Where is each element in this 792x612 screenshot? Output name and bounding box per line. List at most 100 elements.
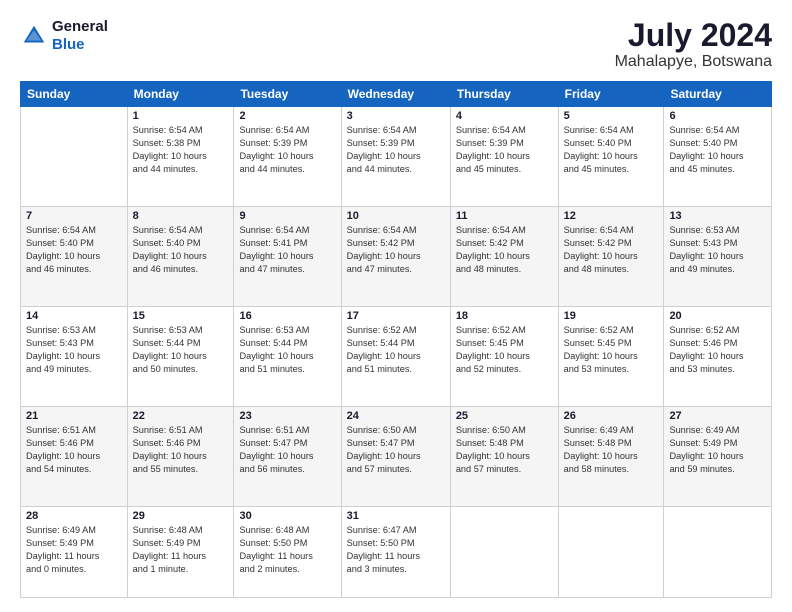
calendar-table: SundayMondayTuesdayWednesdayThursdayFrid… <box>20 81 772 598</box>
cell-2-4: 10 Sunrise: 6:54 AMSunset: 5:42 PMDayligh… <box>341 207 450 307</box>
cell-date: 12 <box>564 210 659 222</box>
cell-date: 14 <box>26 310 122 322</box>
cell-date: 16 <box>239 310 335 322</box>
cell-info: Sunrise: 6:50 AMSunset: 5:47 PMDaylight:… <box>347 424 445 476</box>
cell-date: 2 <box>239 110 335 122</box>
cell-info: Sunrise: 6:51 AMSunset: 5:46 PMDaylight:… <box>133 424 229 476</box>
cell-4-6: 26 Sunrise: 6:49 AMSunset: 5:48 PMDayligh… <box>558 407 664 507</box>
cell-1-2: 1 Sunrise: 6:54 AMSunset: 5:38 PMDaylight… <box>127 107 234 207</box>
cell-3-5: 18 Sunrise: 6:52 AMSunset: 5:45 PMDayligh… <box>450 307 558 407</box>
cell-info: Sunrise: 6:54 AMSunset: 5:40 PMDaylight:… <box>133 224 229 276</box>
cell-2-6: 12 Sunrise: 6:54 AMSunset: 5:42 PMDayligh… <box>558 207 664 307</box>
title-block: July 2024 Mahalapye, Botswana <box>615 18 772 71</box>
cell-info: Sunrise: 6:47 AMSunset: 5:50 PMDaylight:… <box>347 524 445 576</box>
cell-5-7 <box>664 507 772 598</box>
cell-info: Sunrise: 6:54 AMSunset: 5:42 PMDaylight:… <box>347 224 445 276</box>
cell-1-4: 3 Sunrise: 6:54 AMSunset: 5:39 PMDaylight… <box>341 107 450 207</box>
cell-date: 9 <box>239 210 335 222</box>
cell-date: 26 <box>564 410 659 422</box>
cell-date: 22 <box>133 410 229 422</box>
week-row-5: 28Sunrise: 6:49 AMSunset: 5:49 PMDayligh… <box>21 507 772 598</box>
cell-info: Sunrise: 6:52 AMSunset: 5:45 PMDaylight:… <box>456 324 553 376</box>
header: General Blue July 2024 Mahalapye, Botswa… <box>20 18 772 71</box>
cell-5-3: 30Sunrise: 6:48 AMSunset: 5:50 PMDayligh… <box>234 507 341 598</box>
cell-date: 24 <box>347 410 445 422</box>
cell-4-7: 27 Sunrise: 6:49 AMSunset: 5:49 PMDayligh… <box>664 407 772 507</box>
cell-3-3: 16 Sunrise: 6:53 AMSunset: 5:44 PMDayligh… <box>234 307 341 407</box>
cell-5-4: 31 Sunrise: 6:47 AMSunset: 5:50 PMDayligh… <box>341 507 450 598</box>
cell-date: 31 <box>347 510 445 522</box>
logo-line2: Blue <box>52 36 108 54</box>
week-row-2: 7 Sunrise: 6:54 AMSunset: 5:40 PMDaylight… <box>21 207 772 307</box>
cell-date: 28 <box>26 510 122 522</box>
cell-5-2: 29 Sunrise: 6:48 AMSunset: 5:49 PMDayligh… <box>127 507 234 598</box>
cell-4-3: 23 Sunrise: 6:51 AMSunset: 5:47 PMDayligh… <box>234 407 341 507</box>
cell-date: 10 <box>347 210 445 222</box>
cell-info: Sunrise: 6:51 AMSunset: 5:47 PMDaylight:… <box>239 424 335 476</box>
cell-1-7: 6Sunrise: 6:54 AMSunset: 5:40 PMDaylight… <box>664 107 772 207</box>
cell-2-7: 13Sunrise: 6:53 AMSunset: 5:43 PMDayligh… <box>664 207 772 307</box>
col-header-monday: Monday <box>127 82 234 107</box>
cell-info: Sunrise: 6:48 AMSunset: 5:49 PMDaylight:… <box>133 524 229 576</box>
cell-2-3: 9Sunrise: 6:54 AMSunset: 5:41 PMDaylight… <box>234 207 341 307</box>
cell-5-1: 28Sunrise: 6:49 AMSunset: 5:49 PMDayligh… <box>21 507 128 598</box>
cell-1-6: 5 Sunrise: 6:54 AMSunset: 5:40 PMDaylight… <box>558 107 664 207</box>
col-header-wednesday: Wednesday <box>341 82 450 107</box>
cell-info: Sunrise: 6:50 AMSunset: 5:48 PMDaylight:… <box>456 424 553 476</box>
cell-info: Sunrise: 6:53 AMSunset: 5:44 PMDaylight:… <box>133 324 229 376</box>
cell-info: Sunrise: 6:54 AMSunset: 5:39 PMDaylight:… <box>347 124 445 176</box>
cell-date: 18 <box>456 310 553 322</box>
week-row-4: 21 Sunrise: 6:51 AMSunset: 5:46 PMDayligh… <box>21 407 772 507</box>
cell-date: 21 <box>26 410 122 422</box>
cell-date: 5 <box>564 110 659 122</box>
col-header-friday: Friday <box>558 82 664 107</box>
cell-3-2: 15 Sunrise: 6:53 AMSunset: 5:44 PMDayligh… <box>127 307 234 407</box>
cell-info: Sunrise: 6:54 AMSunset: 5:38 PMDaylight:… <box>133 124 229 176</box>
cell-date: 27 <box>669 410 766 422</box>
col-header-thursday: Thursday <box>450 82 558 107</box>
cell-2-5: 11 Sunrise: 6:54 AMSunset: 5:42 PMDayligh… <box>450 207 558 307</box>
cell-date: 25 <box>456 410 553 422</box>
logo-line1: General <box>52 18 108 36</box>
cell-date: 15 <box>133 310 229 322</box>
cell-info: Sunrise: 6:51 AMSunset: 5:46 PMDaylight:… <box>26 424 122 476</box>
cell-info: Sunrise: 6:52 AMSunset: 5:45 PMDaylight:… <box>564 324 659 376</box>
cell-date: 19 <box>564 310 659 322</box>
subtitle: Mahalapye, Botswana <box>615 53 772 71</box>
cell-info: Sunrise: 6:53 AMSunset: 5:44 PMDaylight:… <box>239 324 335 376</box>
cell-date: 17 <box>347 310 445 322</box>
col-header-sunday: Sunday <box>21 82 128 107</box>
cell-2-2: 8Sunrise: 6:54 AMSunset: 5:40 PMDaylight… <box>127 207 234 307</box>
cell-1-5: 4Sunrise: 6:54 AMSunset: 5:39 PMDaylight… <box>450 107 558 207</box>
cell-date: 3 <box>347 110 445 122</box>
cell-1-3: 2 Sunrise: 6:54 AMSunset: 5:39 PMDaylight… <box>234 107 341 207</box>
week-row-3: 14 Sunrise: 6:53 AMSunset: 5:43 PMDayligh… <box>21 307 772 407</box>
logo-icon <box>20 22 48 50</box>
cell-info: Sunrise: 6:52 AMSunset: 5:46 PMDaylight:… <box>669 324 766 376</box>
cell-info: Sunrise: 6:54 AMSunset: 5:40 PMDaylight:… <box>564 124 659 176</box>
cell-info: Sunrise: 6:54 AMSunset: 5:39 PMDaylight:… <box>239 124 335 176</box>
col-header-saturday: Saturday <box>664 82 772 107</box>
cell-info: Sunrise: 6:54 AMSunset: 5:42 PMDaylight:… <box>564 224 659 276</box>
cell-1-1 <box>21 107 128 207</box>
cell-info: Sunrise: 6:49 AMSunset: 5:48 PMDaylight:… <box>564 424 659 476</box>
cell-date: 11 <box>456 210 553 222</box>
cell-info: Sunrise: 6:54 AMSunset: 5:39 PMDaylight:… <box>456 124 553 176</box>
cell-info: Sunrise: 6:49 AMSunset: 5:49 PMDaylight:… <box>669 424 766 476</box>
cell-5-5 <box>450 507 558 598</box>
cell-3-1: 14 Sunrise: 6:53 AMSunset: 5:43 PMDayligh… <box>21 307 128 407</box>
cell-2-1: 7Sunrise: 6:54 AMSunset: 5:40 PMDaylight… <box>21 207 128 307</box>
cell-date: 1 <box>133 110 229 122</box>
cell-4-1: 21 Sunrise: 6:51 AMSunset: 5:46 PMDayligh… <box>21 407 128 507</box>
cell-info: Sunrise: 6:54 AMSunset: 5:42 PMDaylight:… <box>456 224 553 276</box>
cell-date: 23 <box>239 410 335 422</box>
header-row: SundayMondayTuesdayWednesdayThursdayFrid… <box>21 82 772 107</box>
cell-3-4: 17Sunrise: 6:52 AMSunset: 5:44 PMDayligh… <box>341 307 450 407</box>
cell-info: Sunrise: 6:48 AMSunset: 5:50 PMDaylight:… <box>239 524 335 576</box>
cell-date: 7 <box>26 210 122 222</box>
cell-info: Sunrise: 6:53 AMSunset: 5:43 PMDaylight:… <box>26 324 122 376</box>
cell-3-6: 19 Sunrise: 6:52 AMSunset: 5:45 PMDayligh… <box>558 307 664 407</box>
logo: General Blue <box>20 18 108 54</box>
cell-date: 29 <box>133 510 229 522</box>
cell-4-4: 24 Sunrise: 6:50 AMSunset: 5:47 PMDayligh… <box>341 407 450 507</box>
